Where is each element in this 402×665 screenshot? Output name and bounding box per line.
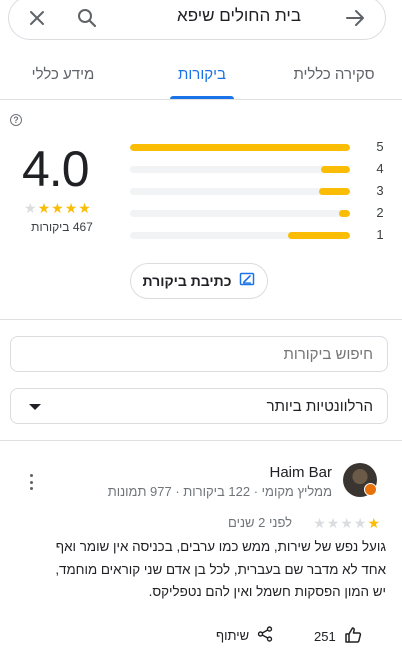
rating-bar-row[interactable]: 1: [130, 227, 386, 243]
rating-bar-row[interactable]: 3: [130, 183, 386, 199]
rating-bar-fill: [339, 210, 350, 217]
share-label: שיתוף: [216, 628, 250, 643]
rating-bar-track: [130, 210, 350, 217]
like-button[interactable]: 251: [314, 626, 362, 647]
sort-selected-label: הרלוונטיות ביותר: [266, 398, 373, 415]
thumbs-up-icon: [344, 626, 362, 647]
section-divider: [0, 319, 402, 320]
search-bar: בית החולים שיפא: [8, 0, 386, 40]
rating-bar-track: [130, 166, 350, 173]
search-icon[interactable]: [73, 4, 101, 32]
rating-bar-label: 5: [376, 139, 384, 154]
share-icon: [257, 626, 273, 645]
star-icon: ★: [340, 515, 353, 531]
review-date: לפני 2 שנים: [228, 515, 292, 530]
review-text: גועל נפש של שירות, ממש כמו ערבים, בכניסה…: [10, 536, 386, 604]
tabs-divider: [0, 99, 402, 100]
search-query[interactable]: בית החולים שיפא: [177, 6, 301, 26]
average-stars: ★ ★ ★ ★ ★: [24, 200, 91, 216]
review-text-line: יש המון הפסקות חשמל ואין להם נטפליקס.: [148, 584, 386, 599]
section-divider: [0, 440, 402, 441]
reviewer-meta: ממליץ מקומי · 122 ביקורות · 977 תמונות: [107, 484, 332, 499]
rating-bar-label: 2: [376, 205, 384, 220]
rating-bar-row[interactable]: 4: [130, 161, 386, 177]
review-stars: ★ ★ ★ ★ ★: [313, 515, 380, 531]
rating-bar-fill: [288, 232, 350, 239]
star-icon: ★: [313, 515, 326, 531]
help-icon[interactable]: ?: [10, 114, 22, 126]
tab-overview[interactable]: סקירה כללית: [284, 66, 384, 90]
share-button[interactable]: שיתוף: [216, 626, 273, 645]
rating-bar-track: [130, 232, 350, 239]
rating-bar-label: 1: [376, 227, 384, 242]
star-icon: ★: [24, 200, 37, 216]
sort-dropdown[interactable]: הרלוונטיות ביותר: [10, 388, 388, 424]
like-count: 251: [314, 629, 336, 644]
star-icon: ★: [326, 515, 340, 531]
rating-bar-row[interactable]: 2: [130, 205, 386, 221]
rating-bar-label: 4: [376, 161, 384, 176]
review-text-line: אחד לא מדבר שם בעברית, לכל בן אדם שני קו…: [55, 561, 386, 577]
back-arrow-icon[interactable]: [341, 4, 369, 32]
rating-bar-fill: [130, 144, 350, 151]
reviewer-name[interactable]: Haim Bar: [269, 464, 332, 481]
write-review-icon: [239, 271, 255, 292]
close-icon[interactable]: [23, 4, 51, 32]
rating-bar-label: 3: [376, 183, 384, 198]
review-text-line: גועל נפש של שירות, ממש כמו ערבים, בכניסה…: [55, 539, 386, 554]
tab-reviews[interactable]: ביקורות: [160, 66, 244, 90]
search-reviews-input[interactable]: [10, 336, 388, 372]
star-icon: ★: [367, 515, 380, 531]
star-icon: ★: [78, 200, 91, 216]
rating-bar-track: [130, 144, 350, 151]
star-icon: ★: [353, 515, 367, 531]
average-rating: 4.0: [22, 141, 90, 197]
star-icon: ★: [37, 200, 51, 216]
local-guide-badge-icon: [364, 483, 377, 496]
write-review-button[interactable]: כתיבת ביקורת: [130, 263, 268, 299]
star-icon: ★: [64, 200, 78, 216]
star-icon: ★: [51, 200, 64, 216]
more-options-icon[interactable]: [24, 474, 38, 490]
write-review-label: כתיבת ביקורת: [142, 273, 232, 289]
tab-about[interactable]: מידע כללי: [18, 66, 108, 90]
rating-bar-track: [130, 188, 350, 195]
review-count[interactable]: 467 ביקורות: [20, 220, 104, 234]
rating-bar-fill: [321, 166, 350, 173]
rating-bar-fill: [319, 188, 350, 195]
dropdown-arrow-icon: [29, 404, 41, 410]
rating-bar-row[interactable]: 5: [130, 139, 386, 155]
